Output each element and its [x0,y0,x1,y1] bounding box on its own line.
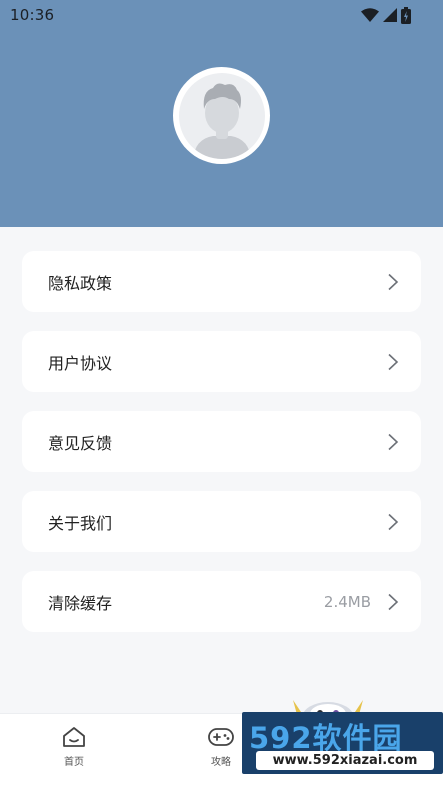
status-icons [361,6,411,24]
tab-home[interactable]: 首页 [44,726,104,768]
default-avatar-icon [178,72,265,159]
cellular-signal-icon [383,8,397,22]
user-agreement-label: 用户协议 [48,353,113,373]
tab-guides-label: 攻略 [211,757,231,768]
wifi-icon [361,8,379,22]
privacy-policy-item[interactable]: 隐私政策 [22,251,421,312]
avatar[interactable] [173,67,270,164]
status-time: 10:36 [10,6,55,24]
watermark-url: www.592xiazai.com [256,751,434,770]
feedback-label: 意见反馈 [48,433,113,453]
chevron-right-icon [388,273,399,290]
privacy-policy-label: 隐私政策 [48,273,113,293]
about-us-label: 关于我们 [48,513,113,533]
profile-header: 10:36 [0,0,443,227]
tab-home-label: 首页 [64,757,84,768]
chevron-right-icon [388,433,399,450]
status-bar: 10:36 [0,0,443,30]
cache-size-value: 2.4MB [323,592,371,611]
feedback-item[interactable]: 意见反馈 [22,411,421,472]
user-agreement-item[interactable]: 用户协议 [22,331,421,392]
gamepad-icon [208,728,234,746]
chevron-right-icon [388,593,399,610]
chevron-right-icon [388,353,399,370]
about-us-item[interactable]: 关于我们 [22,491,421,552]
battery-icon [401,6,411,24]
home-icon [63,727,85,747]
chevron-right-icon [388,513,399,530]
clear-cache-label: 清除缓存 [48,593,113,613]
settings-list: 隐私政策 用户协议 意见反馈 关于我们 清除缓存 2.4MB [22,251,421,651]
clear-cache-item[interactable]: 清除缓存 2.4MB [22,571,421,632]
